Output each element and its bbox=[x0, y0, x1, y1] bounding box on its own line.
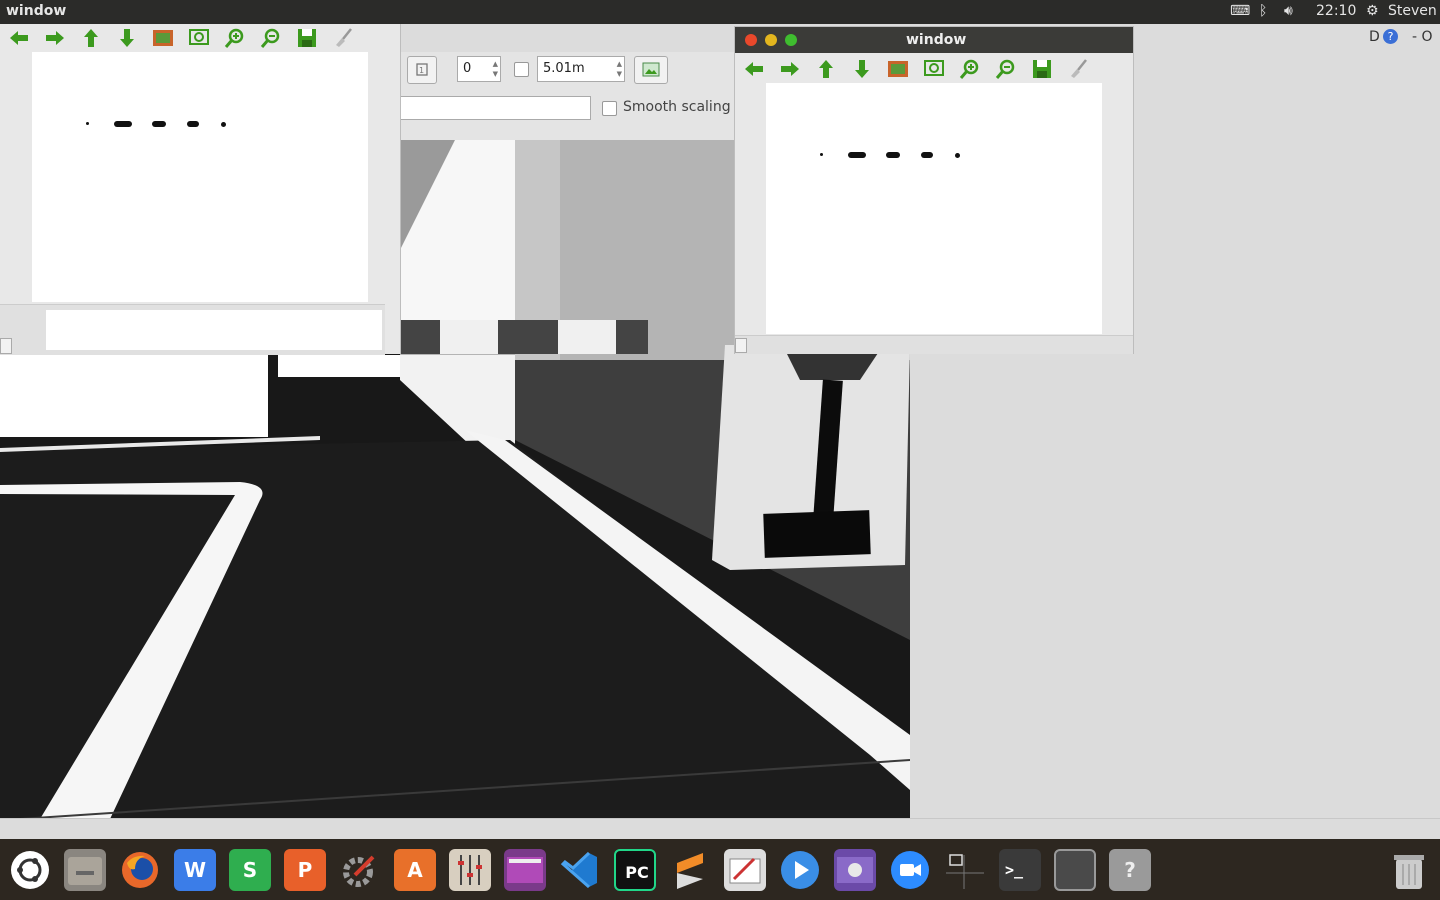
software-center-icon[interactable]: A bbox=[394, 849, 436, 891]
forward-arrow-icon[interactable] bbox=[777, 56, 803, 82]
terminal-icon[interactable]: >_ bbox=[999, 849, 1041, 891]
down-arrow-icon[interactable] bbox=[114, 25, 140, 51]
mixer-icon[interactable] bbox=[449, 849, 491, 891]
zoom-in-icon[interactable] bbox=[957, 56, 983, 82]
detection-blob bbox=[955, 153, 960, 158]
left-image-canvas[interactable] bbox=[32, 52, 368, 302]
left-window-bottom bbox=[0, 304, 385, 355]
smooth-scaling-label: Smooth scaling bbox=[623, 99, 731, 115]
firefox-icon[interactable] bbox=[119, 849, 161, 891]
enable-checkbox[interactable] bbox=[514, 62, 529, 77]
smooth-scaling-checkbox[interactable] bbox=[602, 101, 617, 116]
toolbar-right bbox=[735, 54, 1133, 84]
pycharm-icon[interactable]: PC bbox=[614, 849, 656, 891]
detection-blob bbox=[114, 121, 132, 127]
index-spin-value: 0 bbox=[463, 61, 472, 76]
right-window-title: window bbox=[906, 32, 967, 48]
zoom-out-icon[interactable] bbox=[258, 25, 284, 51]
zoom-fit-icon[interactable] bbox=[921, 56, 947, 82]
back-arrow-icon[interactable] bbox=[6, 25, 32, 51]
zoom-fit-icon[interactable] bbox=[186, 25, 212, 51]
image-icon bbox=[642, 62, 660, 77]
ubuntu-icon[interactable] bbox=[9, 849, 51, 891]
side-fragment-right: - O bbox=[1412, 29, 1433, 45]
up-arrow-icon[interactable] bbox=[78, 25, 104, 51]
keyboard-icon[interactable]: ⌨ bbox=[1230, 3, 1250, 19]
detection-blob bbox=[848, 152, 866, 158]
close-icon[interactable] bbox=[745, 34, 757, 46]
top-panel: window ⌨ ᛒ 🔊︎ 22:10 ⚙ Steven bbox=[0, 0, 1440, 24]
point-marker bbox=[820, 153, 823, 156]
spin-arrows-icon[interactable]: ▲ ▼ bbox=[493, 59, 498, 79]
reset-view-button[interactable]: 1 bbox=[407, 56, 437, 84]
clock[interactable]: 22:10 bbox=[1316, 3, 1356, 19]
gear-icon[interactable]: ⚙ bbox=[1366, 3, 1379, 19]
distance-value: 5.01m bbox=[543, 61, 585, 76]
volume-icon[interactable]: 🔊︎ bbox=[1284, 3, 1293, 19]
bluetooth-icon[interactable]: ᛒ bbox=[1259, 3, 1267, 19]
status-bar bbox=[0, 818, 1440, 840]
media-player-icon[interactable] bbox=[779, 849, 821, 891]
maximize-icon[interactable] bbox=[785, 34, 797, 46]
distance-spinbox[interactable]: 5.01m ▲ ▼ bbox=[537, 56, 625, 82]
resize-handle[interactable] bbox=[735, 338, 747, 353]
blank-window-icon[interactable] bbox=[1054, 849, 1096, 891]
point-marker bbox=[86, 122, 89, 125]
spin-arrows-icon[interactable]: ▲ ▼ bbox=[617, 59, 622, 79]
unknown-app-icon[interactable]: ? bbox=[1109, 849, 1151, 891]
help-icon[interactable]: ? bbox=[1383, 29, 1398, 44]
detection-blob bbox=[886, 152, 900, 158]
forward-arrow-icon[interactable] bbox=[42, 25, 68, 51]
detection-blob bbox=[187, 121, 199, 127]
sublime-icon[interactable] bbox=[669, 849, 711, 891]
detection-blob bbox=[152, 121, 166, 127]
window-switcher-icon[interactable] bbox=[944, 849, 986, 891]
svg-text:1: 1 bbox=[419, 66, 424, 75]
screenshot-button[interactable] bbox=[634, 56, 668, 84]
zoom-icon[interactable] bbox=[889, 849, 931, 891]
side-fragment: D bbox=[1369, 29, 1380, 45]
right-image-canvas[interactable] bbox=[766, 83, 1102, 334]
down-arrow-icon[interactable] bbox=[849, 56, 875, 82]
reset-icon: 1 bbox=[416, 63, 428, 76]
picture-icon[interactable] bbox=[150, 25, 176, 51]
detection-blob bbox=[921, 152, 933, 158]
system-settings-icon[interactable] bbox=[339, 849, 381, 891]
zoom-in-icon[interactable] bbox=[222, 25, 248, 51]
index-spinbox[interactable]: 0 ▲ ▼ bbox=[457, 56, 501, 82]
wps-writer-icon[interactable]: W bbox=[174, 849, 216, 891]
toolbar-left bbox=[0, 24, 385, 52]
brush-icon[interactable] bbox=[330, 25, 356, 51]
image-view-window-left bbox=[0, 24, 401, 355]
video-icon[interactable] bbox=[504, 849, 546, 891]
detection-blob bbox=[221, 122, 226, 127]
video-editor-icon[interactable] bbox=[834, 849, 876, 891]
resize-handle[interactable] bbox=[0, 338, 12, 354]
left-status-field bbox=[46, 310, 382, 350]
vscode-icon[interactable] bbox=[559, 849, 601, 891]
user-name[interactable]: Steven bbox=[1388, 3, 1437, 19]
active-window-title: window bbox=[6, 3, 67, 19]
save-icon[interactable] bbox=[294, 25, 320, 51]
up-arrow-icon[interactable] bbox=[813, 56, 839, 82]
zoom-out-icon[interactable] bbox=[993, 56, 1019, 82]
files-icon[interactable] bbox=[64, 849, 106, 891]
right-window-titlebar[interactable]: window bbox=[735, 27, 1133, 53]
dock: W S P A PC >_ ? bbox=[0, 839, 1440, 900]
right-window-bottom bbox=[735, 335, 1133, 354]
topic-input[interactable] bbox=[400, 96, 591, 120]
image-view-window-right: window bbox=[734, 26, 1134, 354]
rviz-control-panel: 1 0 ▲ ▼ 5.01m ▲ ▼ Smooth scaling bbox=[400, 52, 734, 140]
save-icon[interactable] bbox=[1029, 56, 1055, 82]
picture-icon[interactable] bbox=[885, 56, 911, 82]
wps-presentation-icon[interactable]: P bbox=[284, 849, 326, 891]
screenshot-editor-icon[interactable] bbox=[724, 849, 766, 891]
trash-icon[interactable] bbox=[1388, 849, 1430, 891]
back-arrow-icon[interactable] bbox=[741, 56, 767, 82]
brush-icon[interactable] bbox=[1065, 56, 1091, 82]
wps-spreadsheets-icon[interactable]: S bbox=[229, 849, 271, 891]
minimize-icon[interactable] bbox=[765, 34, 777, 46]
